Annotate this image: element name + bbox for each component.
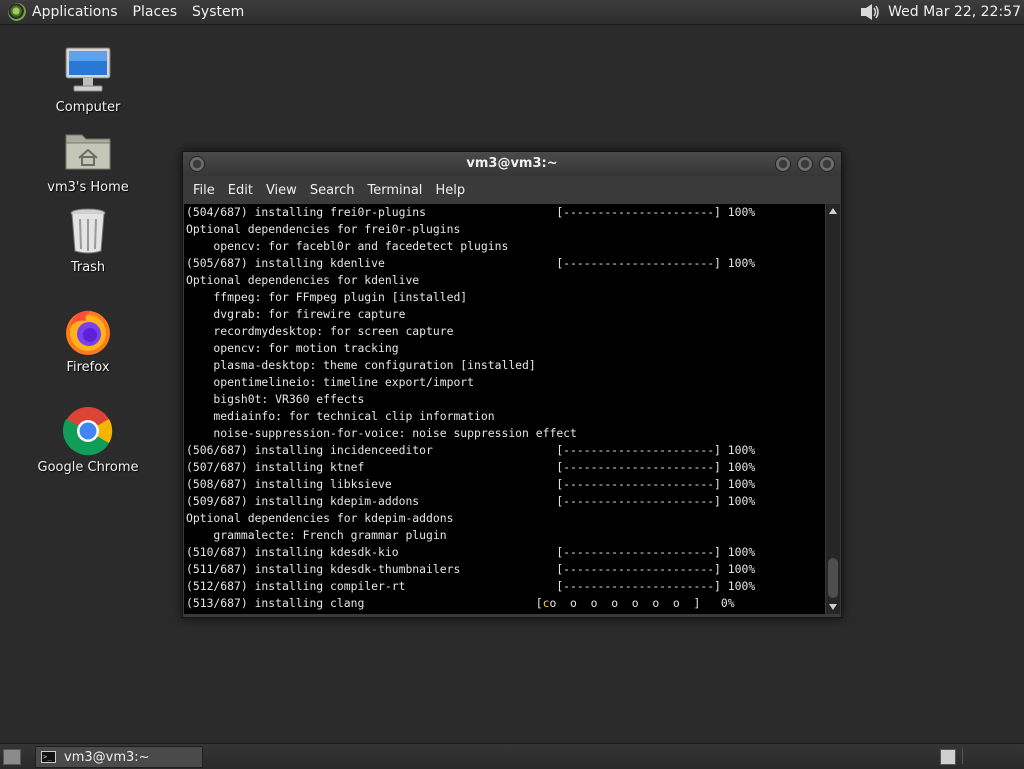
menu-help[interactable]: Help (435, 183, 465, 198)
maximize-button[interactable] (797, 156, 813, 172)
terminal-line: bigsh0t: VR360 effects (186, 392, 365, 406)
menu-search[interactable]: Search (310, 183, 355, 198)
terminal-titlebar[interactable]: vm3@vm3:~ (183, 152, 841, 176)
terminal-menubar: File Edit View Search Terminal Help (183, 177, 841, 203)
menu-view[interactable]: View (266, 183, 297, 198)
menu-places[interactable]: Places (133, 4, 178, 20)
top-panel: Applications Places System Wed Mar 22, 2… (0, 0, 1024, 25)
close-button[interactable] (819, 156, 835, 172)
terminal-line: Optional dependencies for kdenlive (186, 273, 420, 287)
menu-system[interactable]: System (192, 4, 244, 20)
menu-file[interactable]: File (193, 183, 215, 198)
desktop-icon-label: Firefox (66, 360, 110, 375)
desktop-icon-home[interactable]: vm3's Home (33, 125, 143, 195)
terminal-icon: >_ (41, 751, 56, 763)
scroll-down-arrow-icon[interactable] (829, 604, 837, 610)
menu-terminal[interactable]: Terminal (367, 183, 422, 198)
top-panel-tray: Wed Mar 22, 22:57 (858, 0, 1024, 24)
desktop-icon-label: Computer (55, 100, 121, 115)
terminal-line: opencv: for facebl0r and facedetect plug… (186, 239, 509, 253)
desktop-icon-label: vm3's Home (47, 180, 129, 195)
terminal-line: mediainfo: for technical clip informatio… (186, 409, 495, 423)
terminal-line: (512/687) installing compiler-rt [------… (186, 579, 756, 593)
terminal-title: vm3@vm3:~ (466, 156, 558, 171)
desktop-icon-label: Google Chrome (37, 460, 139, 475)
desktop-icon-computer[interactable]: Computer (33, 45, 143, 115)
terminal-line: opencv: for motion tracking (186, 341, 399, 355)
computer-icon (62, 45, 114, 97)
terminal-line: noise-suppression-for-voice: noise suppr… (186, 426, 577, 440)
chrome-icon (62, 405, 114, 457)
terminal-line: grammalecte: French grammar plugin (186, 528, 447, 542)
terminal-line-current: (513/687) installing clang [co o o o o o… (184, 595, 825, 612)
home-folder-icon (62, 125, 114, 177)
desktop-icon-firefox[interactable]: Firefox (33, 305, 143, 375)
terminal-line: (509/687) installing kdepim-addons [----… (186, 494, 756, 508)
terminal-line: ffmpeg: for FFmpeg plugin [installed] (186, 290, 468, 304)
menu-applications[interactable]: Applications (32, 4, 118, 20)
show-desktop-icon[interactable] (3, 749, 21, 765)
terminal-line: (506/687) installing incidenceeditor [--… (186, 443, 756, 457)
taskbar-label: vm3@vm3:~ (64, 749, 150, 765)
terminal-line: (508/687) installing libksieve [--------… (186, 477, 756, 491)
firefox-icon (62, 305, 114, 357)
menu-edit[interactable]: Edit (228, 183, 253, 198)
speaker-icon[interactable] (858, 2, 882, 22)
workspace-switcher-2[interactable] (962, 748, 1021, 764)
progress-suffix: o o o o o o o ] 0% (549, 596, 735, 610)
terminal-scrollbar[interactable] (826, 204, 840, 614)
desktop-icon-trash[interactable]: Trash (33, 205, 143, 275)
workspace-switcher-1[interactable] (940, 749, 956, 765)
trash-icon (62, 205, 114, 257)
desktop-icon-label: Trash (70, 260, 106, 275)
terminal-window[interactable]: vm3@vm3:~ File Edit View Search Terminal… (182, 151, 842, 618)
scroll-up-arrow-icon[interactable] (829, 208, 837, 214)
desktop-icon-chrome[interactable]: Google Chrome (33, 405, 143, 475)
taskbar-terminal-button[interactable]: >_ vm3@vm3:~ (35, 746, 203, 768)
terminal-line: (504/687) installing frei0r-plugins [---… (186, 205, 756, 219)
terminal-line: (511/687) installing kdesdk-thumbnailers… (186, 562, 756, 576)
terminal-line: (510/687) installing kdesdk-kio [-------… (186, 545, 756, 559)
bottom-panel: >_ vm3@vm3:~ (0, 743, 1024, 769)
terminal-line: (507/687) installing ktnef [------------… (186, 460, 756, 474)
minimize-button[interactable] (775, 156, 791, 172)
terminal-line: Optional dependencies for frei0r-plugins (186, 222, 461, 236)
clock[interactable]: Wed Mar 22, 22:57 (888, 4, 1021, 20)
terminal-output[interactable]: (504/687) installing frei0r-plugins [---… (184, 204, 825, 614)
scroll-thumb[interactable] (828, 558, 838, 598)
terminal-line: Optional dependencies for kdepim-addons (186, 511, 454, 525)
terminal-line: opentimelineio: timeline export/import (186, 375, 475, 389)
terminal-line: plasma-desktop: theme configuration [ins… (186, 358, 536, 372)
progress-prefix: (513/687) installing clang [ (186, 596, 543, 610)
terminal-line: dvgrab: for firewire capture (186, 307, 406, 321)
terminal-line: (505/687) installing kdenlive [---------… (186, 256, 756, 270)
mate-logo-icon[interactable] (8, 3, 26, 21)
terminal-line: recordmydesktop: for screen capture (186, 324, 454, 338)
